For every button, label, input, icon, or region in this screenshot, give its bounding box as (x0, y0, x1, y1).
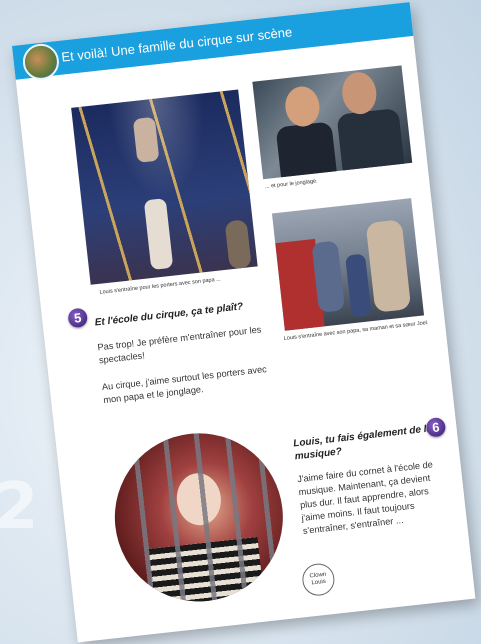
photo-juggling (252, 65, 413, 180)
page-number-watermark: 2 (0, 470, 39, 544)
photo-trapeze (71, 89, 258, 285)
answer-school-2: Au cirque, j'aime surtout les porters av… (101, 364, 268, 406)
textbook-page: Et voilà! Une famille du cirque sur scèn… (12, 2, 476, 643)
section-number-badge: 5 (67, 307, 89, 329)
question-music: Louis, tu fais également de la musique? (292, 423, 433, 463)
photo-clown-circle (106, 424, 292, 611)
clown-label: Clown Louis (300, 561, 337, 598)
answer-school-1: Pas trop! Je préfère m'entraîner pour le… (97, 324, 262, 366)
page-header: Et voilà! Une famille du cirque sur scèn… (12, 2, 414, 82)
page-title: Et voilà! Une famille du cirque sur scèn… (60, 24, 293, 65)
answer-music: J'aime faire du cornet à l'école de musi… (296, 459, 434, 536)
avatar (21, 42, 61, 82)
photo-family-training (271, 198, 425, 331)
caption-photo2: ... et pour le jonglage. (264, 178, 318, 191)
